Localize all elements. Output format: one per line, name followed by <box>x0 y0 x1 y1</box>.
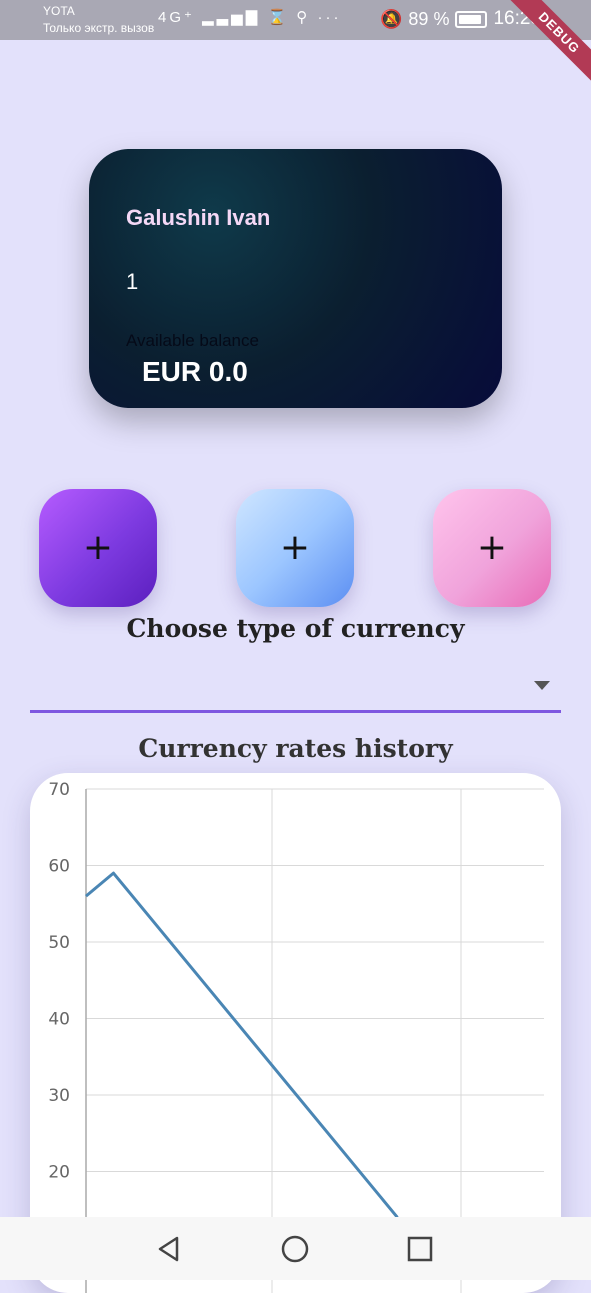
status-right: 🔕 89 % 16:28 <box>380 8 541 30</box>
y-tick-label: 50 <box>48 933 70 953</box>
navigation-bar <box>0 1217 591 1280</box>
dropdown-arrow-icon <box>534 681 550 690</box>
available-balance-label: Available balance <box>126 331 259 350</box>
hourglass-icon: ⌛ <box>267 9 290 26</box>
mute-icon: 🔕 <box>380 8 403 29</box>
more-icon: ··· <box>317 9 342 26</box>
card-holder-name: Galushin Ivan <box>126 205 271 230</box>
choose-currency-heading: Choose type of currency <box>126 614 465 643</box>
balance-value: EUR 0.0 <box>142 356 248 387</box>
back-icon <box>158 1236 179 1261</box>
y-tick-label: 20 <box>48 1163 70 1183</box>
recent-apps-button[interactable] <box>380 1217 460 1280</box>
carrier-name: YOTA <box>43 4 75 18</box>
add-button-pink[interactable]: + <box>433 489 551 607</box>
card-number: 1 <box>126 269 139 294</box>
usb-icon: ⚲ <box>296 9 311 26</box>
network-icon: 4G⁺ <box>158 9 195 26</box>
add-button-blue[interactable]: + <box>236 489 354 607</box>
rates-history-heading: Currency rates history <box>138 734 453 763</box>
y-tick-label: 70 <box>48 780 70 800</box>
status-icons: 4G⁺ ▂▃▅▇ ⌛ ⚲ ··· <box>158 8 341 26</box>
home-icon <box>281 1235 309 1262</box>
balance-card[interactable]: Galushin Ivan 1 Available balance EUR 0.… <box>89 149 502 408</box>
recent-apps-icon <box>407 1236 433 1261</box>
signal-icon: ▂▃▅▇ <box>202 9 261 26</box>
y-tick-label: 40 <box>48 1010 70 1030</box>
plus-icon: + <box>279 527 311 568</box>
rates-chart-card: 20 30 40 50 60 70 <box>30 773 561 1293</box>
add-button-purple[interactable]: + <box>39 489 157 607</box>
rates-line-chart: 20 30 40 50 60 70 <box>48 780 544 1293</box>
currency-dropdown[interactable] <box>30 668 561 713</box>
battery-icon <box>455 10 488 28</box>
battery-percent: 89 % <box>408 8 450 29</box>
plus-icon: + <box>82 527 114 568</box>
back-button[interactable] <box>129 1217 209 1280</box>
y-tick-label: 60 <box>48 857 70 877</box>
y-tick-label: 30 <box>48 1086 70 1106</box>
home-button[interactable] <box>255 1217 335 1280</box>
plus-icon: + <box>476 527 508 568</box>
series-line <box>85 871 399 1219</box>
carrier-info: YOTA Только экстр. вызов <box>43 4 154 35</box>
status-bar: YOTA Только экстр. вызов 4G⁺ ▂▃▅▇ ⌛ ⚲ ··… <box>0 0 591 40</box>
carrier-sub: Только экстр. вызов <box>43 21 155 35</box>
